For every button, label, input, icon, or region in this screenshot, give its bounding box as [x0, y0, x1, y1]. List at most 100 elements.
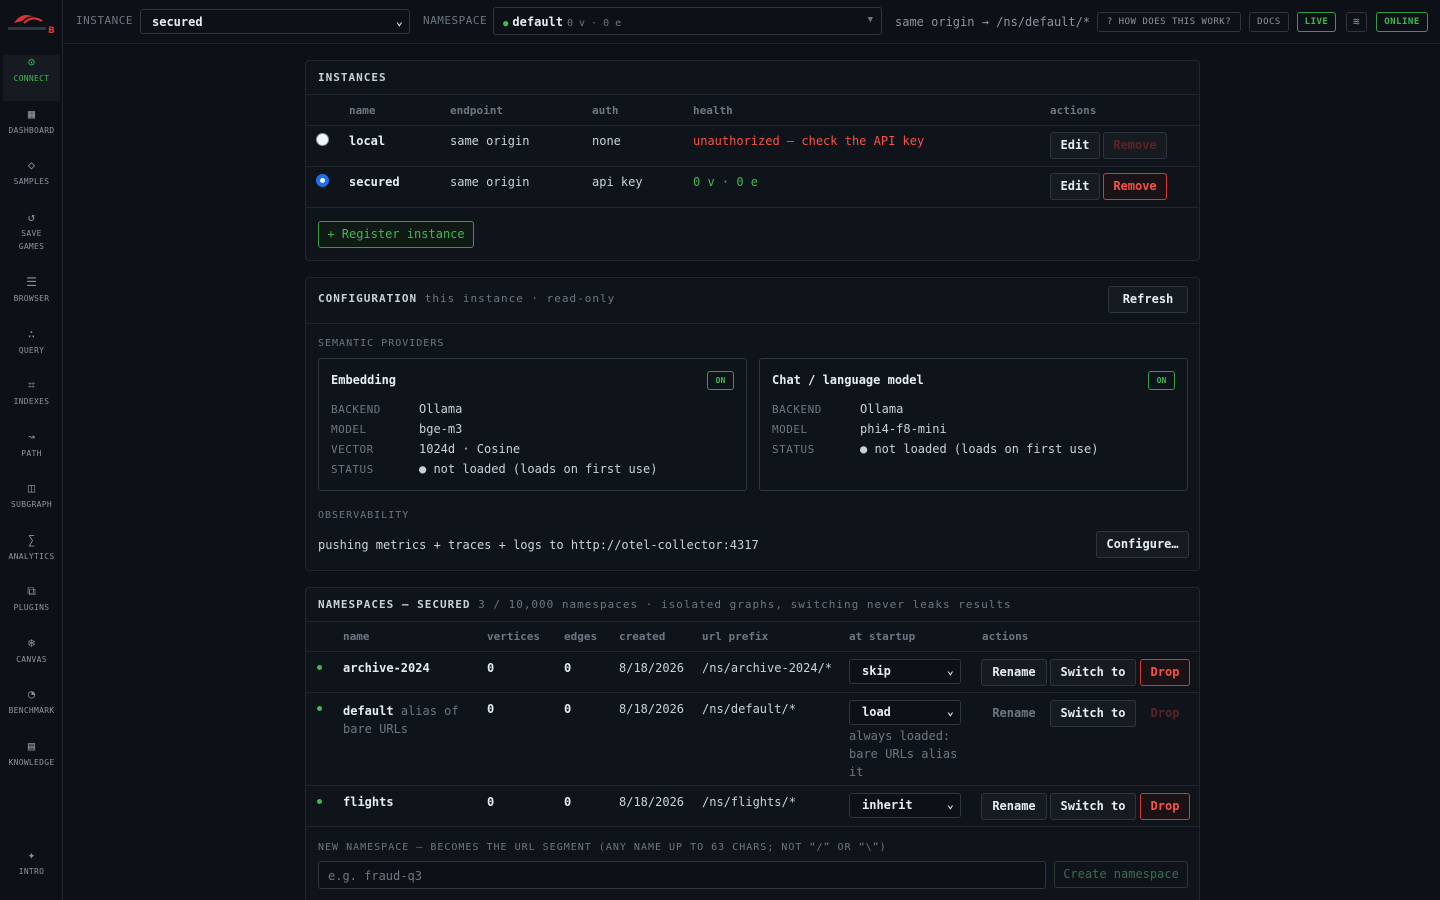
- namespace-select[interactable]: ● default 0 v · 0 e ▼: [493, 7, 882, 35]
- startup-select[interactable]: inherit ⌄: [849, 793, 961, 818]
- namespace-select-value: default: [512, 15, 563, 29]
- instance-auth: api key: [592, 175, 643, 189]
- startup-note: always loaded: bare URLs alias it: [849, 729, 958, 779]
- connect-icon: ⊙: [27, 55, 36, 69]
- sidebar-item-samples[interactable]: ◇ SAMPLES: [3, 158, 60, 204]
- namespaces-panel: NAMESPACES — SECURED 3 / 10,000 namespac…: [305, 587, 1200, 900]
- namespace-name: default: [343, 704, 394, 718]
- divider: [306, 785, 1199, 786]
- samples-icon: ◇: [27, 158, 36, 172]
- drop-button[interactable]: Drop: [1140, 659, 1190, 686]
- sidebar-item-label: QUERY: [18, 346, 45, 355]
- refresh-button[interactable]: Refresh: [1108, 286, 1188, 313]
- sidebar-item-path[interactable]: ↝ PATH: [3, 430, 60, 476]
- app-logo[interactable]: B: [6, 9, 58, 36]
- configure-button[interactable]: Configure…: [1096, 531, 1189, 558]
- new-namespace-input[interactable]: e.g. fraud-q3: [318, 861, 1046, 889]
- namespace-vertices: 0: [487, 661, 495, 675]
- instance-radio-secured[interactable]: [316, 174, 329, 187]
- divider: [306, 166, 1199, 167]
- rename-button[interactable]: Rename: [981, 793, 1047, 820]
- divider: [306, 125, 1199, 126]
- namespace-edges: 0: [564, 661, 572, 675]
- status-key: STATUS: [331, 463, 374, 476]
- sidebar-item-label: BROWSER: [13, 294, 50, 303]
- register-instance-button[interactable]: + Register instance: [318, 221, 474, 248]
- sidebar: B ⊙ CONNECT ▦ DASHBOARD ◇ SAMPLES ↺ SAVE…: [0, 0, 63, 900]
- chevron-down-icon: ⌄: [946, 704, 954, 718]
- save-games-icon: ↺: [27, 210, 36, 224]
- browser-icon: ☰: [26, 275, 37, 289]
- vector-key: VECTOR: [331, 443, 374, 456]
- sidebar-item-knowledge[interactable]: ▤ KNOWLEDGE: [3, 739, 60, 785]
- instance-radio-local[interactable]: [316, 133, 329, 146]
- status-dot-icon: [317, 665, 322, 670]
- startup-select[interactable]: skip ⌄: [849, 659, 961, 684]
- model-key: MODEL: [772, 423, 808, 436]
- sidebar-item-subgraph[interactable]: ◫ SUBGRAPH: [3, 481, 60, 527]
- sidebar-item-label: PATH: [21, 449, 42, 458]
- create-namespace-button[interactable]: Create namespace: [1054, 861, 1188, 888]
- namespace-vertices: 0: [487, 795, 495, 809]
- sidebar-item-benchmark[interactable]: ◔ BENCHMARK: [3, 687, 60, 733]
- instance-select[interactable]: secured ⌄: [140, 9, 410, 34]
- online-status-badge: ONLINE: [1376, 12, 1428, 32]
- sidebar-item-label: BENCHMARK: [8, 706, 55, 715]
- col-header-name: name: [349, 104, 376, 117]
- instance-health: unauthorized — check the API key: [693, 134, 925, 148]
- sidebar-item-dashboard[interactable]: ▦ DASHBOARD: [3, 107, 60, 153]
- sidebar-item-connect[interactable]: ⊙ CONNECT: [3, 55, 60, 101]
- status-value: ● not loaded (loads on first use): [419, 462, 658, 476]
- sidebar-item-browser[interactable]: ☰ BROWSER: [3, 275, 60, 321]
- vector-value: 1024d · Cosine: [419, 442, 521, 456]
- docs-button[interactable]: DOCS: [1249, 12, 1289, 32]
- observability-label: OBSERVABILITY: [318, 510, 410, 521]
- sidebar-item-label: SAVE: [21, 229, 42, 238]
- sidebar-item-save-games[interactable]: ↺ SAVE GAMES: [3, 210, 60, 260]
- divider: [306, 621, 1199, 622]
- sidebar-item-label: CANVAS: [16, 655, 47, 664]
- drop-button[interactable]: Drop: [1140, 793, 1190, 820]
- sidebar-item-label: SUBGRAPH: [11, 500, 52, 509]
- rename-button[interactable]: Rename: [981, 659, 1047, 686]
- sidebar-item-label-line2: GAMES: [18, 242, 45, 251]
- instance-name: secured: [349, 175, 400, 189]
- live-toggle[interactable]: LIVE: [1297, 12, 1336, 32]
- remove-button[interactable]: Remove: [1103, 173, 1167, 200]
- namespaces-subtitle: 3 / 10,000 namespaces · isolated graphs,…: [478, 598, 1012, 611]
- how-does-this-work-button[interactable]: ? HOW DOES THIS WORK?: [1097, 12, 1241, 32]
- sidebar-item-intro[interactable]: ✦ INTRO: [3, 848, 60, 894]
- sidebar-item-query[interactable]: ∴ QUERY: [3, 327, 60, 373]
- namespace-name-cell: default alias of bare URLs: [343, 702, 473, 738]
- drop-button[interactable]: Drop: [1140, 700, 1190, 727]
- model-value: phi4-f8-mini: [860, 422, 947, 436]
- edit-button[interactable]: Edit: [1050, 132, 1100, 159]
- switch-to-button[interactable]: Switch to: [1050, 793, 1136, 820]
- status-key: STATUS: [772, 443, 815, 456]
- col-header-actions: actions: [1050, 104, 1097, 117]
- startup-select[interactable]: load ⌄: [849, 700, 961, 725]
- namespace-edges: 0: [564, 702, 572, 716]
- sidebar-item-label: ANALYTICS: [8, 552, 55, 561]
- intro-icon: ✦: [27, 848, 36, 862]
- rename-button[interactable]: Rename: [981, 700, 1047, 727]
- namespace-created: 8/18/2026: [619, 702, 685, 716]
- divider: [306, 94, 1199, 95]
- theme-toggle-icon[interactable]: ≋: [1346, 12, 1367, 32]
- configuration-title: CONFIGURATION this instance · read-only: [318, 292, 615, 305]
- edit-button[interactable]: Edit: [1050, 173, 1100, 200]
- col-header-vertices: vertices: [487, 630, 540, 643]
- chevron-down-icon: ⌄: [395, 14, 403, 28]
- sidebar-item-canvas[interactable]: ❄ CANVAS: [3, 636, 60, 682]
- sidebar-item-indexes[interactable]: ⌗ INDEXES: [3, 378, 60, 424]
- status-dot-icon: [317, 706, 322, 711]
- namespace-name: archive-2024: [343, 661, 430, 675]
- sidebar-item-analytics[interactable]: ∑ ANALYTICS: [3, 533, 60, 579]
- sidebar-item-plugins[interactable]: ⧉ PLUGINS: [3, 584, 60, 630]
- switch-to-button[interactable]: Switch to: [1050, 659, 1136, 686]
- backend-key: BACKEND: [772, 403, 822, 416]
- remove-button[interactable]: Remove: [1103, 132, 1167, 159]
- switch-to-button[interactable]: Switch to: [1050, 700, 1136, 727]
- namespace-created: 8/18/2026: [619, 795, 685, 809]
- sidebar-item-label: CONNECT: [13, 74, 50, 83]
